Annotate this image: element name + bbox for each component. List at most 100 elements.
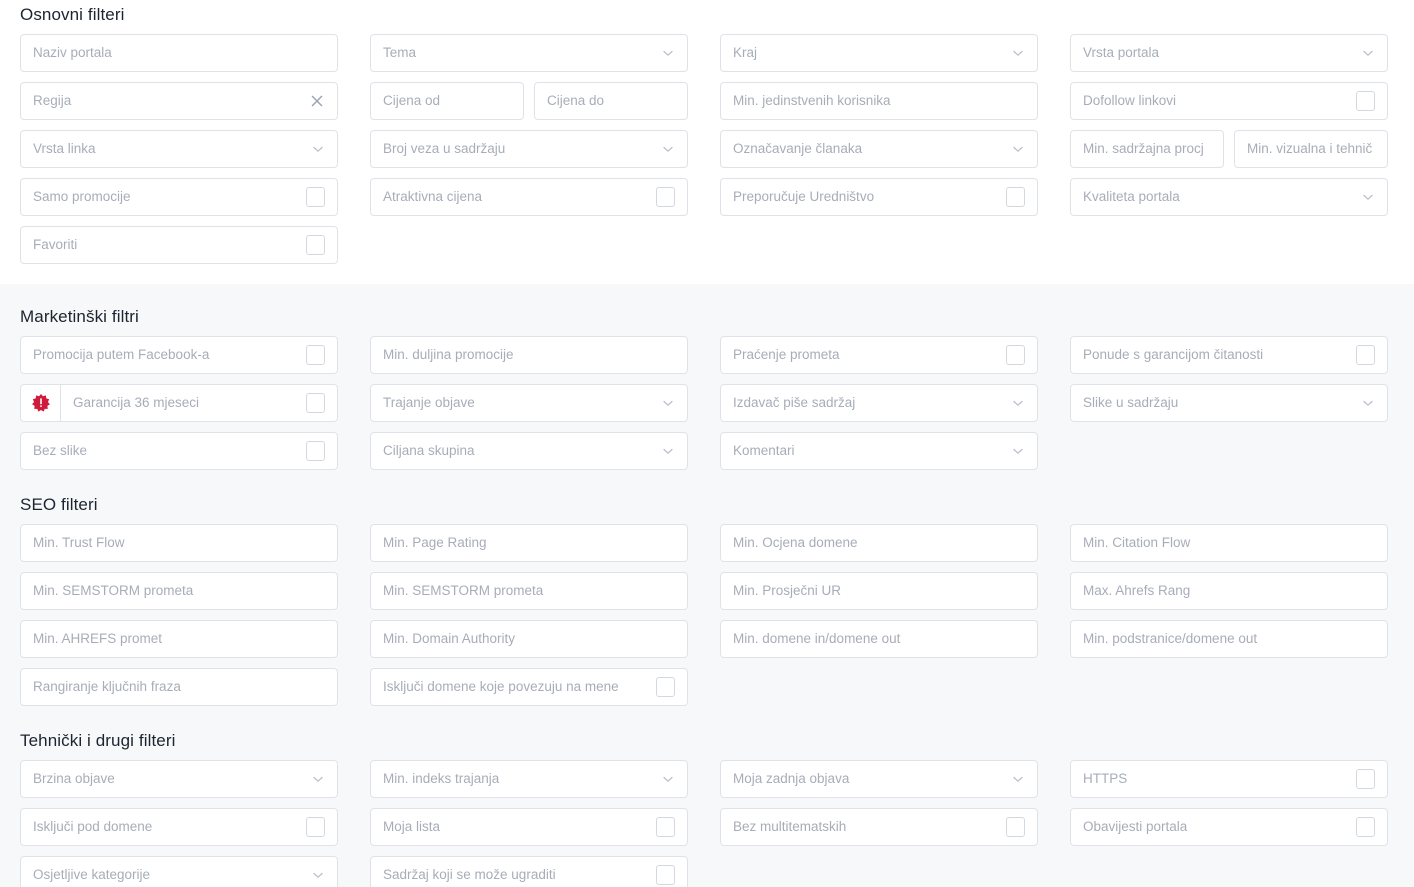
cell-osjetljive-kategorije: Osjetljive kategorije xyxy=(20,856,338,887)
min-duljina-promocije-field[interactable]: Min. duljina promocije xyxy=(370,336,688,374)
bez-slike-field[interactable]: Bez slike xyxy=(20,432,338,470)
moja-zadnja-objava-field[interactable]: Moja zadnja objava xyxy=(720,760,1038,798)
favoriti-field[interactable]: Favoriti xyxy=(20,226,338,264)
cell-brzina-objave: Brzina objave xyxy=(20,760,338,798)
moja-lista-placeholder: Moja lista xyxy=(383,819,441,834)
cell-min-semstorm-prometa-2: Min. SEMSTORM prometa xyxy=(370,572,688,610)
izdavac-pise-sadrzaj-field[interactable]: Izdavač piše sadržaj xyxy=(720,384,1038,422)
min-ahrefs-promet-field[interactable]: Min. AHREFS promet xyxy=(20,620,338,658)
min-citation-flow-field[interactable]: Min. Citation Flow xyxy=(1070,524,1388,562)
samo-promocije-field[interactable]: Samo promocije xyxy=(20,178,338,216)
cell-https: HTTPS xyxy=(1070,760,1388,798)
cell-ciljana-skupina: Ciljana skupina xyxy=(370,432,688,470)
chevron-down-icon xyxy=(661,772,675,786)
kraj-placeholder: Kraj xyxy=(733,45,758,60)
tema-field[interactable]: Tema xyxy=(370,34,688,72)
promocija-putem-facebooka-checkbox[interactable] xyxy=(306,345,325,365)
cell-regija: Regija xyxy=(20,82,338,120)
min-jedinstvenih-korisnika-field[interactable]: Min. jedinstvenih korisnika xyxy=(720,82,1038,120)
dofollow-linkovi-field[interactable]: Dofollow linkovi xyxy=(1070,82,1388,120)
iskljuci-domene-koje-povezuju-na-mene-field[interactable]: Isključi domene koje povezuju na mene xyxy=(370,668,688,706)
vrsta-linka-field[interactable]: Vrsta linka xyxy=(20,130,338,168)
min-semstorm-prometa-1-field[interactable]: Min. SEMSTORM prometa xyxy=(20,572,338,610)
cijena-do-field[interactable]: Cijena do xyxy=(534,82,688,120)
cell-samo-promocije: Samo promocije xyxy=(20,178,338,216)
naziv-portala-field[interactable]: Naziv portala xyxy=(20,34,338,72)
moja-lista-field[interactable]: Moja lista xyxy=(370,808,688,846)
cell-iskljuci-pod-domene: Isključi pod domene xyxy=(20,808,338,846)
preporucuje-urednistvo-field[interactable]: Preporučuje Uredništvo xyxy=(720,178,1038,216)
min-page-rating-field[interactable]: Min. Page Rating xyxy=(370,524,688,562)
bez-slike-checkbox[interactable] xyxy=(306,441,325,461)
min-vizualna-i-tehnicka-procjena-field[interactable]: Min. vizualna i tehnič xyxy=(1234,130,1388,168)
pracenje-prometa-field[interactable]: Praćenje prometa xyxy=(720,336,1038,374)
atraktivna-cijena-checkbox[interactable] xyxy=(656,187,675,207)
min-ocjena-domene-field[interactable]: Min. Ocjena domene xyxy=(720,524,1038,562)
cell-oznacavanje-clanaka: Označavanje članaka xyxy=(720,130,1038,168)
favoriti-checkbox[interactable] xyxy=(306,235,325,255)
filters-page: Osnovni filteri Naziv portala Tema Kraj Vrst… xyxy=(0,0,1414,887)
min-sadrzajna-procjena-field[interactable]: Min. sadržajna procj xyxy=(1070,130,1224,168)
cell-iskljuci-domene-koje-povezuju-na-mene: Isključi domene koje povezuju na mene xyxy=(370,668,688,706)
min-prosjecni-ur-field[interactable]: Min. Prosječni UR xyxy=(720,572,1038,610)
vrsta-portala-field[interactable]: Vrsta portala xyxy=(1070,34,1388,72)
cell-promocija-putem-facebooka: Promocija putem Facebook-a xyxy=(20,336,338,374)
preporucuje-urednistvo-checkbox[interactable] xyxy=(1006,187,1025,207)
moja-zadnja-objava-placeholder: Moja zadnja objava xyxy=(733,771,850,786)
pracenje-prometa-checkbox[interactable] xyxy=(1006,345,1025,365)
iskljuci-pod-domene-checkbox[interactable] xyxy=(306,817,325,837)
chevron-down-icon xyxy=(311,772,325,786)
kvaliteta-portala-field[interactable]: Kvaliteta portala xyxy=(1070,178,1388,216)
ponude-s-garancijom-citanosti-checkbox[interactable] xyxy=(1356,345,1375,365)
sadrzaj-koji-se-moze-ugraditi-checkbox[interactable] xyxy=(656,865,675,885)
cell-preporucuje-urednistvo: Preporučuje Uredništvo xyxy=(720,178,1038,216)
chevron-down-icon xyxy=(1361,396,1375,410)
bez-multitematskih-field[interactable]: Bez multitematskih xyxy=(720,808,1038,846)
slike-u-sadrzaju-field[interactable]: Slike u sadržaju xyxy=(1070,384,1388,422)
garancija-36-mjeseci-placeholder: Garancija 36 mjeseci xyxy=(73,395,200,410)
kraj-field[interactable]: Kraj xyxy=(720,34,1038,72)
regija-field[interactable]: Regija xyxy=(20,82,338,120)
https-checkbox[interactable] xyxy=(1356,769,1375,789)
garancija-36-mjeseci-checkbox[interactable] xyxy=(306,393,325,413)
cell-min-ahrefs-promet: Min. AHREFS promet xyxy=(20,620,338,658)
cell-cijena-raspon: Cijena od Cijena do xyxy=(370,82,688,120)
max-ahrefs-rang-field[interactable]: Max. Ahrefs Rang xyxy=(1070,572,1388,610)
ponude-s-garancijom-citanosti-field[interactable]: Ponude s garancijom čitanosti xyxy=(1070,336,1388,374)
obavijesti-portala-field[interactable]: Obavijesti portala xyxy=(1070,808,1388,846)
dofollow-linkovi-checkbox[interactable] xyxy=(1356,91,1375,111)
sadrzaj-koji-se-moze-ugraditi-field[interactable]: Sadržaj koji se može ugraditi xyxy=(370,856,688,887)
brzina-objave-field[interactable]: Brzina objave xyxy=(20,760,338,798)
obavijesti-portala-checkbox[interactable] xyxy=(1356,817,1375,837)
min-domene-in-domene-out-field[interactable]: Min. domene in/domene out xyxy=(720,620,1038,658)
moja-lista-checkbox[interactable] xyxy=(656,817,675,837)
section-marketing: Marketinški filtri Promocija putem Facebo… xyxy=(0,284,1414,480)
iskljuci-domene-koje-povezuju-na-mene-checkbox[interactable] xyxy=(656,677,675,697)
cell-min-duljina-promocije: Min. duljina promocije xyxy=(370,336,688,374)
cell-kraj: Kraj xyxy=(720,34,1038,72)
osjetljive-kategorije-field[interactable]: Osjetljive kategorije xyxy=(20,856,338,887)
min-domain-authority-field[interactable]: Min. Domain Authority xyxy=(370,620,688,658)
trajanje-objave-placeholder: Trajanje objave xyxy=(383,395,475,410)
garancija-36-mjeseci-field[interactable]: Garancija 36 mjeseci xyxy=(60,384,338,422)
filter-grid-seo: Min. Trust Flow Min. Page Rating Min. Ocje… xyxy=(20,524,1394,706)
ciljana-skupina-field[interactable]: Ciljana skupina xyxy=(370,432,688,470)
trajanje-objave-field[interactable]: Trajanje objave xyxy=(370,384,688,422)
promocija-putem-facebooka-field[interactable]: Promocija putem Facebook-a xyxy=(20,336,338,374)
https-field[interactable]: HTTPS xyxy=(1070,760,1388,798)
atraktivna-cijena-field[interactable]: Atraktivna cijena xyxy=(370,178,688,216)
broj-veza-u-sadrzaju-field[interactable]: Broj veza u sadržaju xyxy=(370,130,688,168)
rangiranje-kljucnih-fraza-field[interactable]: Rangiranje ključnih fraza xyxy=(20,668,338,706)
clear-icon[interactable] xyxy=(309,93,325,109)
min-trust-flow-field[interactable]: Min. Trust Flow xyxy=(20,524,338,562)
samo-promocije-checkbox[interactable] xyxy=(306,187,325,207)
komentari-field[interactable]: Komentari xyxy=(720,432,1038,470)
min-podstranice-domene-out-field[interactable]: Min. podstranice/domene out xyxy=(1070,620,1388,658)
min-indeks-trajanja-field[interactable]: Min. indeks trajanja xyxy=(370,760,688,798)
bez-multitematskih-checkbox[interactable] xyxy=(1006,817,1025,837)
chevron-down-icon xyxy=(311,142,325,156)
cijena-od-field[interactable]: Cijena od xyxy=(370,82,524,120)
oznacavanje-clanaka-field[interactable]: Označavanje članaka xyxy=(720,130,1038,168)
iskljuci-pod-domene-field[interactable]: Isključi pod domene xyxy=(20,808,338,846)
min-semstorm-prometa-2-field[interactable]: Min. SEMSTORM prometa xyxy=(370,572,688,610)
